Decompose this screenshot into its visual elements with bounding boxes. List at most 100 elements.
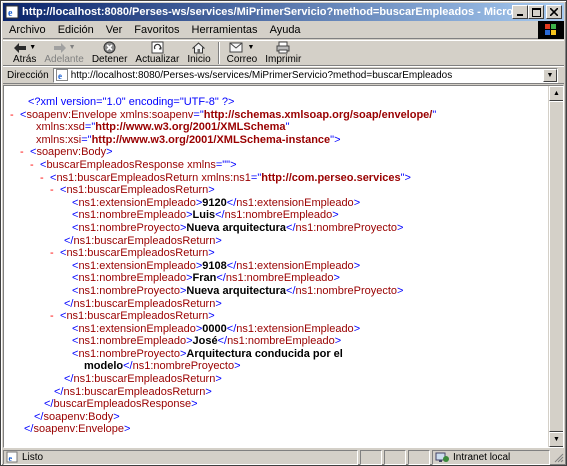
forward-button[interactable]: ▼ Adelante — [40, 41, 87, 65]
forward-arrow-icon — [53, 42, 66, 53]
xml-element-line: <ns1:nombreProyecto>Nueva arquitectura</… — [72, 221, 404, 234]
mail-icon — [229, 42, 243, 53]
mail-label: Correo — [226, 54, 258, 65]
xml-close-line: </ns1:buscarEmpleadosReturn> — [64, 373, 222, 386]
address-bar: Dirección e http://localhost:8080/Perses… — [3, 66, 564, 84]
forward-dropdown-icon[interactable]: ▼ — [69, 44, 76, 51]
printer-icon — [276, 41, 290, 54]
xml-close-line: </soapenv:Envelope> — [24, 423, 131, 436]
xml-element-line: <ns1:nombreProyecto>Nueva arquitectura</… — [72, 284, 404, 297]
close-button[interactable] — [546, 5, 562, 19]
window-title: http://localhost:8080/Perses-ws/services… — [22, 6, 512, 18]
zone-label: Intranet local — [453, 451, 511, 463]
menu-favoritos[interactable]: Favoritos — [128, 24, 185, 36]
status-bar: e Listo Intranet local — [3, 449, 564, 465]
status-text: Listo — [22, 451, 44, 463]
svg-text:e: e — [58, 71, 62, 81]
xml-close-line: </buscarEmpleadosResponse> — [44, 398, 198, 411]
svg-text:e: e — [8, 8, 13, 19]
address-input[interactable]: e http://localhost:8080/Perses-ws/servic… — [52, 67, 558, 83]
toolbar-separator — [217, 42, 220, 64]
xml-close-line: </soapenv:Body> — [34, 410, 120, 423]
back-label: Atrás — [13, 54, 37, 65]
xml-attr-line: xmlns:xsd="http://www.w3.org/2001/XMLSch… — [36, 121, 290, 134]
address-label: Dirección — [7, 69, 49, 81]
close-icon — [550, 8, 558, 16]
windows-logo-icon — [538, 21, 564, 39]
back-arrow-icon — [14, 42, 27, 53]
scroll-up-button[interactable]: ▲ — [549, 86, 563, 101]
security-zone[interactable]: Intranet local — [432, 449, 550, 465]
xml-node-response[interactable]: - <buscarEmpleadosResponse xmlns=""> — [20, 159, 550, 172]
minimize-button[interactable] — [512, 5, 528, 19]
forward-label: Adelante — [44, 54, 84, 65]
xml-element-line-wrap: modelo</ns1:nombreProyecto> — [84, 360, 241, 373]
xml-element-line: <ns1:nombreProyecto>Arquitectura conduci… — [72, 347, 343, 360]
collapse-toggle[interactable]: - — [50, 310, 60, 323]
stop-label: Detener — [91, 54, 128, 65]
collapse-toggle[interactable]: - — [20, 146, 30, 159]
resize-grip-icon[interactable] — [552, 451, 564, 463]
collapse-toggle[interactable]: - — [50, 184, 60, 197]
collapse-toggle[interactable]: - — [50, 247, 60, 260]
xml-attr-line: xmlns:xsi="http://www.w3.org/2001/XMLSch… — [36, 133, 341, 146]
address-dropdown-button[interactable]: ▼ — [543, 68, 557, 82]
xml-element-line: <ns1:nombreEmpleado>Luis</ns1:nombreEmpl… — [72, 209, 339, 222]
ie-page-icon: e — [55, 69, 68, 81]
address-url: http://localhost:8080/Perses-ws/services… — [70, 69, 453, 81]
menu-herramientas[interactable]: Herramientas — [186, 24, 264, 36]
home-label: Inicio — [187, 54, 211, 65]
status-slot — [384, 449, 406, 465]
scroll-thumb[interactable] — [549, 101, 563, 432]
xml-element-line: <ns1:nombreEmpleado>Fran</ns1:nombreEmpl… — [72, 272, 340, 285]
back-dropdown-icon[interactable]: ▼ — [29, 44, 36, 51]
menu-edicion[interactable]: Edición — [52, 24, 100, 36]
xml-document: <?xml version="1.0" encoding="UTF-8" ?> … — [4, 86, 550, 447]
refresh-label: Actualizar — [135, 54, 180, 65]
xml-node-body[interactable]: - <soapenv:Body> — [20, 146, 550, 159]
collapse-toggle[interactable]: - — [10, 109, 20, 122]
menu-ver[interactable]: Ver — [100, 24, 129, 36]
menu-ayuda[interactable]: Ayuda — [264, 24, 307, 36]
browser-window: e http://localhost:8080/Perses-ws/servic… — [0, 0, 567, 466]
collapse-toggle[interactable]: - — [40, 172, 50, 185]
back-button[interactable]: ▼ Atrás — [9, 41, 40, 65]
vertical-scrollbar[interactable]: ▲ ▼ — [548, 86, 563, 447]
xml-node-return[interactable]: - <ns1:buscarEmpleadosReturn> — [20, 247, 550, 260]
xml-close-line: </ns1:buscarEmpleadosReturn> — [54, 385, 212, 398]
page-done-icon: e — [6, 451, 18, 463]
refresh-button[interactable]: Actualizar — [131, 41, 183, 65]
standard-toolbar: ▼ Atrás ▼ Adelante Detener Actualizar In… — [3, 40, 564, 66]
mail-dropdown-icon[interactable]: ▼ — [247, 44, 254, 51]
print-label: Imprimir — [265, 54, 302, 65]
xml-node-return-outer[interactable]: - <ns1:buscarEmpleadosReturn xmlns:ns1="h… — [20, 172, 550, 185]
xml-node-envelope[interactable]: - <soapenv:Envelope xmlns:soapenv="http:/… — [10, 109, 550, 122]
status-main: e Listo — [3, 449, 358, 465]
intranet-zone-icon — [435, 452, 449, 462]
menu-archivo[interactable]: Archivo — [3, 24, 52, 36]
chevron-down-icon: ▼ — [546, 71, 554, 79]
xml-element-line: <ns1:nombreEmpleado>José</ns1:nombreEmpl… — [72, 335, 342, 348]
xml-declaration: <?xml version="1.0" encoding="UTF-8" ?> — [28, 96, 235, 108]
stop-button[interactable]: Detener — [88, 41, 132, 65]
scroll-down-button[interactable]: ▼ — [549, 432, 563, 447]
xml-close-line: </ns1:buscarEmpleadosReturn> — [64, 234, 222, 247]
svg-text:e: e — [9, 454, 13, 463]
xml-node-return[interactable]: - <ns1:buscarEmpleadosReturn> — [20, 184, 550, 197]
xml-element-line: <ns1:extensionEmpleado>0000</ns1:extensi… — [72, 322, 361, 335]
title-bar[interactable]: e http://localhost:8080/Perses-ws/servic… — [3, 3, 564, 21]
maximize-button[interactable] — [528, 5, 544, 19]
minimize-icon — [517, 14, 523, 16]
xml-element-line: <ns1:extensionEmpleado>9120</ns1:extensi… — [72, 196, 361, 209]
xml-element-line: <ns1:extensionEmpleado>9108</ns1:extensi… — [72, 259, 361, 272]
home-button[interactable]: Inicio — [183, 41, 214, 65]
xml-close-line: </ns1:buscarEmpleadosReturn> — [64, 297, 222, 310]
collapse-toggle[interactable]: - — [30, 159, 40, 172]
ie-page-icon: e — [5, 5, 19, 19]
home-icon — [192, 42, 206, 54]
print-button[interactable]: Imprimir — [261, 41, 305, 65]
mail-button[interactable]: ▼ Correo — [223, 41, 262, 65]
xml-node-return[interactable]: - <ns1:buscarEmpleadosReturn> — [20, 310, 550, 323]
chevron-up-icon: ▲ — [553, 90, 560, 97]
chevron-down-icon: ▼ — [553, 436, 560, 443]
